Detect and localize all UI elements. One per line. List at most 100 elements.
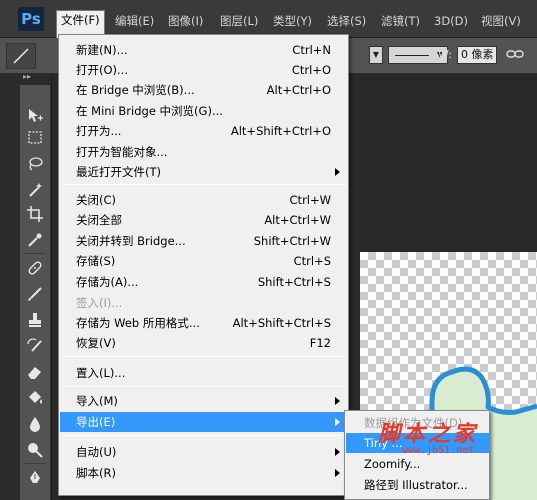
menu-item-shortcut: Alt+Ctrl+W [264,213,331,227]
menu-item-label: 存储(S) [76,254,116,268]
left-panel-strip [0,74,20,500]
menu-item-scripts[interactable]: 脚本(R) [60,463,347,483]
menu-item-label: 置入(L)... [76,366,126,380]
menu-item-automate[interactable]: 自动(U) [60,442,347,462]
brush-tool[interactable] [23,283,47,305]
menu-item-open-as-smart-object[interactable]: 打开为智能对象... [60,142,347,162]
eyedropper-tool[interactable] [23,229,47,251]
width-label: W: [438,48,452,61]
menu-item-check-in: 签入(I)... [60,293,347,313]
menu-item-save-for-web[interactable]: 存储为 Web 所用格式... Alt+Shift+Ctrl+S [60,313,347,333]
menu-item-place[interactable]: 置入(L)... [60,363,347,383]
marquee-tool[interactable] [23,127,47,149]
menu-item-new[interactable]: 新建(N)... Ctrl+N [60,40,347,60]
menu-3d[interactable]: 3D(D) [430,11,472,31]
dodge-icon [28,443,43,458]
menu-item-save-as[interactable]: 存储为(A)... Shift+Ctrl+S [60,272,347,292]
menu-view[interactable]: 视图(V) [477,11,525,31]
menu-item-label: 导入(M) [76,394,118,408]
menu-select[interactable]: 选择(S) [323,11,370,31]
menu-item-shortcut: Ctrl+N [292,43,331,57]
move-icon [29,109,43,122]
menu-bar: Ps 文件(F) 编辑(E) 图像(I) 图层(L) 类型(Y) 选择(S) 滤… [0,0,537,38]
menu-item-label: 签入(I)... [76,296,123,310]
tool-divider [24,463,46,464]
menu-item-shortcut: Alt+Shift+Ctrl+S [232,316,331,330]
menu-item-label: 路径到 Illustrator... [364,478,468,492]
paint-bucket-tool[interactable] [23,387,47,409]
line-tool-icon [13,48,29,64]
menu-item-open-as[interactable]: 打开为... Alt+Shift+Ctrl+O [60,121,347,141]
menu-item-open[interactable]: 打开(O)... Ctrl+O [60,60,347,80]
toolbox [20,85,51,500]
menu-item-close[interactable]: 关闭(C) Ctrl+W [60,190,347,210]
menu-item-browse-bridge[interactable]: 在 Bridge 中浏览(B)... Alt+Ctrl+O [60,80,347,100]
clone-stamp-tool[interactable] [23,309,47,331]
collapse-icon[interactable]: ▸▸ [23,72,31,81]
menu-item-shortcut: Alt+Shift+Ctrl+O [230,124,331,138]
crop-tool[interactable] [23,203,47,225]
eraser-icon [28,367,41,379]
tool-preset-picker[interactable] [6,43,36,69]
menu-item-label: 新建(N)... [76,43,128,57]
submenu-arrow-icon [335,168,340,176]
photoshop-logo: Ps [18,7,44,31]
menu-layer[interactable]: 图层(L) [216,11,262,31]
menu-item-label: 恢复(V) [76,336,116,350]
eyedropper-icon [28,233,42,247]
history-brush-icon [27,338,42,352]
menu-item-shortcut: Shift+Ctrl+S [257,275,331,289]
export-item-tiny[interactable]: Tiny ... [346,433,489,453]
menu-item-open-recent[interactable]: 最近打开文件(T) [60,162,347,182]
brush-icon [28,287,42,301]
bandage-icon [28,261,42,275]
menu-item-shortcut: Ctrl+O [291,63,331,77]
menu-filter[interactable]: 滤镜(T) [377,11,424,31]
menu-type[interactable]: 类型(Y) [269,11,316,31]
rect-marquee-icon [28,131,42,144]
menu-item-save[interactable]: 存储(S) Ctrl+S [60,251,347,271]
stroke-type-dropdown-arrow[interactable]: ▼ [369,46,383,64]
export-item-zoomify[interactable]: Zoomify... [346,454,489,474]
menu-edit[interactable]: 编辑(E) [111,11,158,31]
menu-item-import[interactable]: 导入(M) [60,391,347,411]
blur-tool[interactable] [23,413,47,435]
move-tool[interactable] [23,105,47,127]
pen-icon [30,471,40,483]
healing-brush-tool[interactable] [23,257,47,279]
menu-item-revert[interactable]: 恢复(V) F12 [60,333,347,353]
lasso-tool[interactable] [23,153,47,175]
menu-item-shortcut: Shift+Ctrl+W [253,234,331,248]
menu-item-label: 打开为... [76,124,122,138]
pen-tool[interactable] [23,467,47,489]
menu-item-label: 打开为智能对象... [76,145,168,159]
menu-item-label: 最近打开文件(T) [76,165,161,179]
history-brush-tool[interactable] [23,335,47,357]
export-item-data-sets: 数据组作为文件(D)... [346,413,489,433]
dodge-tool[interactable] [23,439,47,461]
link-icon[interactable] [506,48,524,60]
menu-item-browse-mini-bridge[interactable]: 在 Mini Bridge 中浏览(G)... [60,101,347,121]
menu-item-label: 关闭并转到 Bridge... [76,234,186,248]
menu-item-export[interactable]: 导出(E) [60,412,347,432]
menu-item-shortcut: Alt+Ctrl+O [266,83,331,97]
menu-item-label: 关闭(C) [76,193,117,207]
magic-wand-icon [29,183,42,197]
menu-item-shortcut: F12 [309,336,331,350]
menu-item-close-all[interactable]: 关闭全部 Alt+Ctrl+W [60,210,347,230]
eraser-tool[interactable] [23,361,47,383]
stroke-line-preview [395,55,429,56]
export-item-paths-to-illustrator[interactable]: 路径到 Illustrator... [346,475,489,495]
submenu-arrow-icon [335,469,340,477]
menu-image[interactable]: 图像(I) [164,11,207,31]
menu-separator [63,184,346,185]
width-input[interactable]: 0 像素 [457,46,497,64]
menu-item-label: 存储为 Web 所用格式... [76,316,200,330]
magic-wand-tool[interactable] [23,179,47,201]
menu-item-label: 打开(O)... [76,63,128,77]
toolbox-header[interactable]: ▸▸ [20,72,51,85]
menu-item-close-go-to-bridge[interactable]: 关闭并转到 Bridge... Shift+Ctrl+W [60,231,347,251]
tool-divider [24,253,46,254]
menu-item-label: 数据组作为文件(D)... [364,416,474,430]
menu-item-shortcut: Ctrl+S [293,254,331,268]
